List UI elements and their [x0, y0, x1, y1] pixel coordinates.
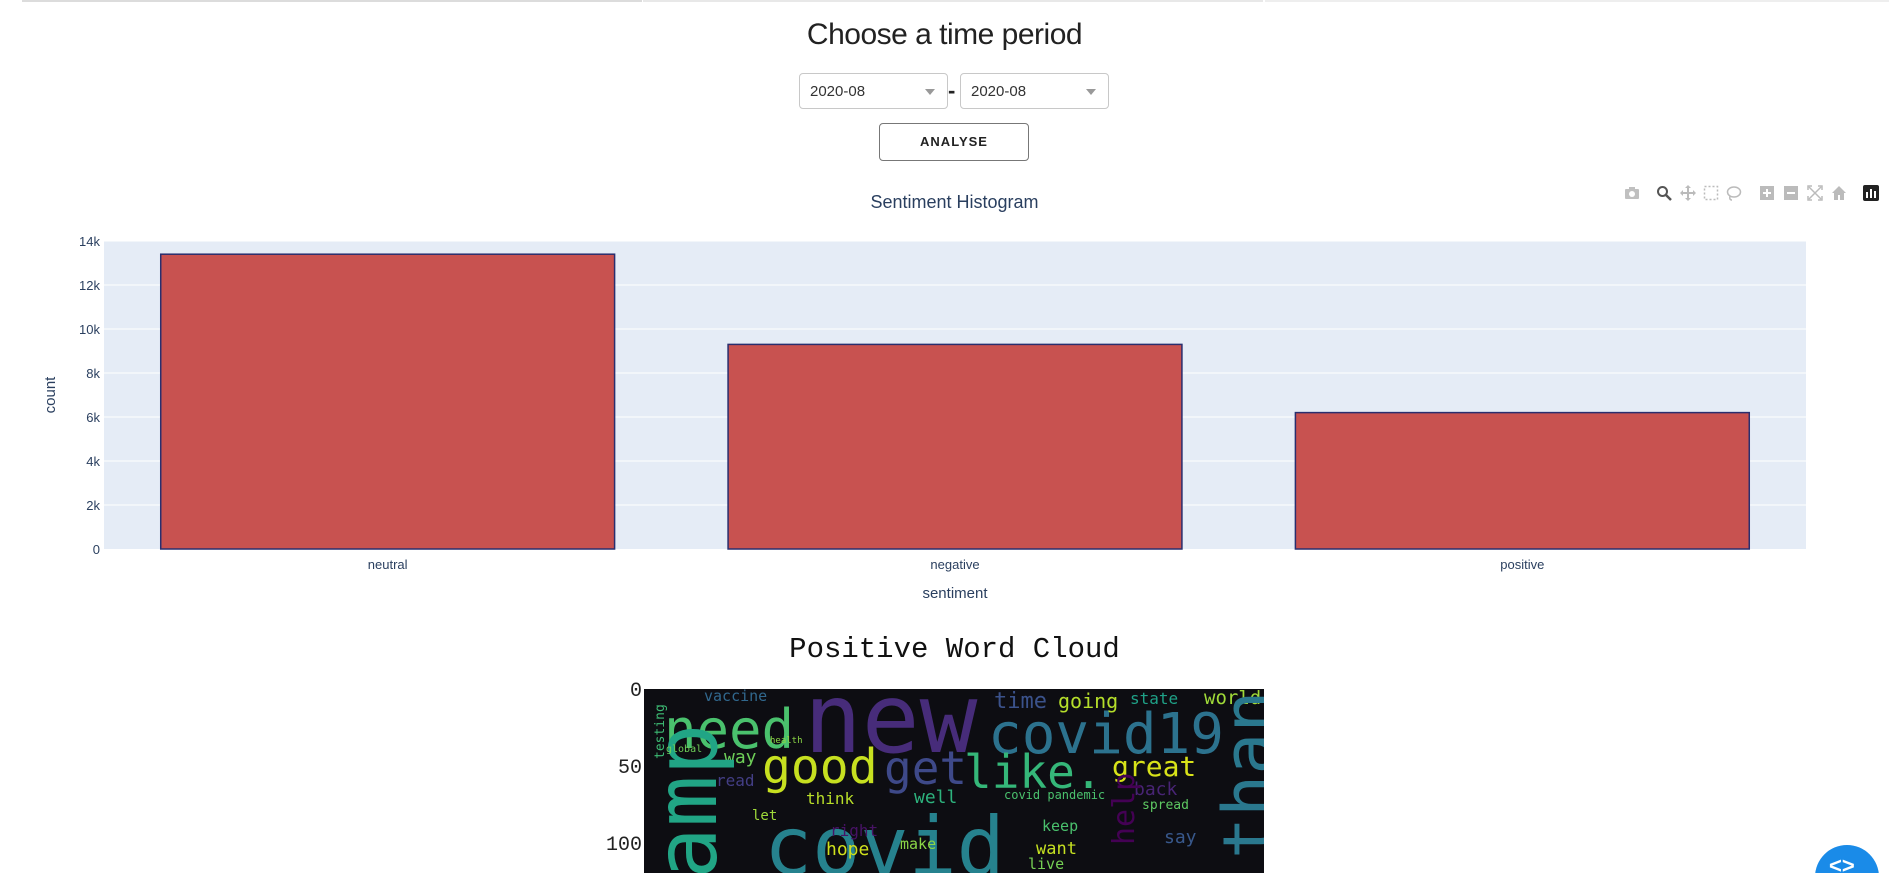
- wordcloud-ytick: 50: [617, 757, 642, 780]
- wordcloud-word: get: [884, 741, 968, 795]
- wordcloud-word: covid pandemic: [1004, 788, 1106, 802]
- chart-title: Sentiment Histogram: [870, 192, 1039, 212]
- y-axis-label: count: [42, 376, 59, 414]
- x-tick-label: negative: [930, 557, 979, 572]
- y-tick-label: 10k: [79, 322, 100, 337]
- start-period-select[interactable]: 2020-08: [799, 73, 948, 109]
- wordcloud-ytick: 0: [629, 680, 642, 703]
- wordcloud-word: keep: [1042, 817, 1079, 835]
- x-tick-label: positive: [1500, 557, 1544, 572]
- x-tick-label: neutral: [368, 557, 408, 572]
- page-title: Choose a time period: [806, 18, 1083, 51]
- x-axis-label: sentiment: [922, 585, 988, 600]
- start-period-value: 2020-08: [810, 83, 866, 100]
- y-tick-label: 14k: [79, 234, 100, 249]
- tab-divider: [1265, 0, 1889, 2]
- wordcloud-image: new need covid19 time going state world …: [644, 689, 1264, 873]
- bar-negative: [727, 343, 1183, 550]
- code-icon: <>: [1829, 853, 1855, 873]
- wordcloud-title: Positive Word Cloud: [789, 633, 1120, 666]
- wordcloud-word: going: [1058, 689, 1119, 713]
- bar-neutral: [159, 253, 616, 550]
- wordcloud-word: vaccine: [704, 689, 768, 705]
- y-tick-label: 4k: [86, 454, 100, 469]
- wordcloud-word: time: [994, 689, 1047, 714]
- wordcloud-word: right: [830, 821, 879, 840]
- wordcloud-word: good: [762, 739, 878, 795]
- wordcloud-word: make: [900, 835, 937, 853]
- y-tick-label: 6k: [86, 410, 100, 425]
- wordcloud-ytick: 100: [605, 834, 642, 857]
- wordcloud-word: say: [1164, 827, 1197, 848]
- y-tick-label: 8k: [86, 366, 100, 381]
- wordcloud-word: spread: [1142, 798, 1189, 813]
- wordcloud-word: let: [752, 808, 778, 824]
- end-period-select[interactable]: 2020-08: [960, 73, 1109, 109]
- wordcloud-word: live: [1028, 855, 1065, 873]
- wordcloud-word: help: [1107, 772, 1142, 845]
- chevron-down-icon: [1086, 89, 1096, 95]
- tab-divider: [22, 0, 642, 2]
- wordcloud-word: global: [666, 744, 703, 755]
- sentiment-histogram: 0 2k 4k 6k 8k 10k 12k 14k neutral negative positiv…: [42, 234, 1806, 600]
- wordcloud-word: state: [1130, 689, 1179, 708]
- code-toggle-button[interactable]: <>: [1815, 845, 1879, 873]
- end-period-value: 2020-08: [971, 83, 1027, 100]
- tab-divider: [643, 0, 1263, 2]
- y-tick-label: 2k: [86, 498, 100, 513]
- y-tick-label: 0: [93, 542, 100, 557]
- top-tab-strip: [0, 0, 1889, 4]
- wordcloud-word: health: [770, 736, 803, 746]
- y-tick-label: 12k: [79, 278, 100, 293]
- chevron-down-icon: [925, 89, 935, 95]
- wordcloud-word: hope: [826, 839, 870, 860]
- period-separator: -: [948, 78, 956, 103]
- wordcloud-word: covid: [764, 800, 1005, 873]
- analyse-button[interactable]: ANALYSE: [879, 123, 1029, 161]
- bar-positive: [1294, 411, 1751, 550]
- wordcloud-word: thank: [1208, 689, 1264, 859]
